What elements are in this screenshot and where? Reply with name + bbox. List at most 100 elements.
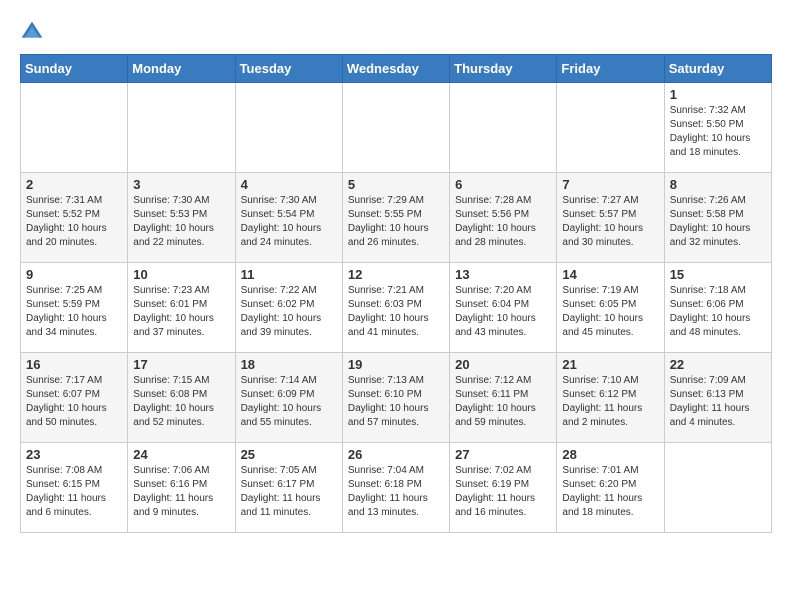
day-info: Sunrise: 7:04 AM Sunset: 6:18 PM Dayligh…: [348, 464, 444, 520]
calendar-cell: 8 Sunrise: 7:26 AM Sunset: 5:58 PM Daylig…: [664, 173, 771, 263]
calendar-cell: 23 Sunrise: 7:08 AM Sunset: 6:15 PM Dayli…: [21, 443, 128, 533]
calendar-cell: 9 Sunrise: 7:25 AM Sunset: 5:59 PM Daylig…: [21, 263, 128, 353]
calendar-cell: 20 Sunrise: 7:12 AM Sunset: 6:11 PM Dayli…: [450, 353, 557, 443]
calendar-table: SundayMondayTuesdayWednesdayThursdayFrid…: [20, 54, 772, 533]
day-number: 22: [670, 357, 766, 372]
day-header-wednesday: Wednesday: [342, 55, 449, 83]
day-number: 12: [348, 267, 444, 282]
calendar-cell: 12 Sunrise: 7:21 AM Sunset: 6:03 PM Dayli…: [342, 263, 449, 353]
day-info: Sunrise: 7:15 AM Sunset: 6:08 PM Dayligh…: [133, 374, 229, 430]
day-info: Sunrise: 7:18 AM Sunset: 6:06 PM Dayligh…: [670, 284, 766, 340]
calendar-cell: [450, 83, 557, 173]
week-row-1: 2Sunrise: 7:31 AM Sunset: 5:52 PM Daylig…: [21, 173, 772, 263]
calendar-cell: 19 Sunrise: 7:13 AM Sunset: 6:10 PM Dayli…: [342, 353, 449, 443]
day-info: Sunrise: 7:09 AM Sunset: 6:13 PM Dayligh…: [670, 374, 766, 430]
calendar-cell: 22 Sunrise: 7:09 AM Sunset: 6:13 PM Dayli…: [664, 353, 771, 443]
calendar-cell: 17Sunrise: 7:15 AM Sunset: 6:08 PM Dayli…: [128, 353, 235, 443]
logo-icon: [20, 20, 44, 44]
day-number: 23: [26, 447, 122, 462]
day-info: Sunrise: 7:21 AM Sunset: 6:03 PM Dayligh…: [348, 284, 444, 340]
day-info: Sunrise: 7:14 AM Sunset: 6:09 PM Dayligh…: [241, 374, 337, 430]
day-info: Sunrise: 7:26 AM Sunset: 5:58 PM Dayligh…: [670, 194, 766, 250]
day-number: 7: [562, 177, 658, 192]
day-info: Sunrise: 7:23 AM Sunset: 6:01 PM Dayligh…: [133, 284, 229, 340]
logo: [20, 20, 48, 44]
day-header-thursday: Thursday: [450, 55, 557, 83]
day-header-tuesday: Tuesday: [235, 55, 342, 83]
day-info: Sunrise: 7:01 AM Sunset: 6:20 PM Dayligh…: [562, 464, 658, 520]
day-number: 9: [26, 267, 122, 282]
day-number: 1: [670, 87, 766, 102]
day-number: 16: [26, 357, 122, 372]
calendar-cell: [342, 83, 449, 173]
calendar-cell: 25Sunrise: 7:05 AM Sunset: 6:17 PM Dayli…: [235, 443, 342, 533]
calendar-cell: 28 Sunrise: 7:01 AM Sunset: 6:20 PM Dayli…: [557, 443, 664, 533]
day-number: 13: [455, 267, 551, 282]
day-header-saturday: Saturday: [664, 55, 771, 83]
day-info: Sunrise: 7:10 AM Sunset: 6:12 PM Dayligh…: [562, 374, 658, 430]
day-info: Sunrise: 7:28 AM Sunset: 5:56 PM Dayligh…: [455, 194, 551, 250]
day-number: 14: [562, 267, 658, 282]
day-info: Sunrise: 7:20 AM Sunset: 6:04 PM Dayligh…: [455, 284, 551, 340]
day-info: Sunrise: 7:30 AM Sunset: 5:53 PM Dayligh…: [133, 194, 229, 250]
day-number: 6: [455, 177, 551, 192]
calendar-cell: 26 Sunrise: 7:04 AM Sunset: 6:18 PM Dayli…: [342, 443, 449, 533]
calendar-cell: 13 Sunrise: 7:20 AM Sunset: 6:04 PM Dayli…: [450, 263, 557, 353]
day-info: Sunrise: 7:31 AM Sunset: 5:52 PM Dayligh…: [26, 194, 122, 250]
day-number: 28: [562, 447, 658, 462]
week-row-2: 9 Sunrise: 7:25 AM Sunset: 5:59 PM Daylig…: [21, 263, 772, 353]
day-header-friday: Friday: [557, 55, 664, 83]
week-row-4: 23 Sunrise: 7:08 AM Sunset: 6:15 PM Dayli…: [21, 443, 772, 533]
day-number: 24: [133, 447, 229, 462]
day-number: 18: [241, 357, 337, 372]
day-number: 21: [562, 357, 658, 372]
day-header-sunday: Sunday: [21, 55, 128, 83]
day-info: Sunrise: 7:30 AM Sunset: 5:54 PM Dayligh…: [241, 194, 337, 250]
calendar-cell: 5 Sunrise: 7:29 AM Sunset: 5:55 PM Daylig…: [342, 173, 449, 263]
calendar-cell: 6 Sunrise: 7:28 AM Sunset: 5:56 PM Daylig…: [450, 173, 557, 263]
day-number: 27: [455, 447, 551, 462]
calendar-cell: [664, 443, 771, 533]
calendar-cell: 16 Sunrise: 7:17 AM Sunset: 6:07 PM Dayli…: [21, 353, 128, 443]
calendar-cell: 24 Sunrise: 7:06 AM Sunset: 6:16 PM Dayli…: [128, 443, 235, 533]
calendar-cell: [128, 83, 235, 173]
day-info: Sunrise: 7:19 AM Sunset: 6:05 PM Dayligh…: [562, 284, 658, 340]
day-number: 8: [670, 177, 766, 192]
calendar-cell: 21 Sunrise: 7:10 AM Sunset: 6:12 PM Dayli…: [557, 353, 664, 443]
calendar-cell: [235, 83, 342, 173]
calendar-cell: 11 Sunrise: 7:22 AM Sunset: 6:02 PM Dayli…: [235, 263, 342, 353]
calendar-header-row: SundayMondayTuesdayWednesdayThursdayFrid…: [21, 55, 772, 83]
day-info: Sunrise: 7:06 AM Sunset: 6:16 PM Dayligh…: [133, 464, 229, 520]
day-info: Sunrise: 7:08 AM Sunset: 6:15 PM Dayligh…: [26, 464, 122, 520]
calendar-cell: [21, 83, 128, 173]
day-info: Sunrise: 7:12 AM Sunset: 6:11 PM Dayligh…: [455, 374, 551, 430]
calendar-cell: 2Sunrise: 7:31 AM Sunset: 5:52 PM Daylig…: [21, 173, 128, 263]
calendar-cell: 7 Sunrise: 7:27 AM Sunset: 5:57 PM Daylig…: [557, 173, 664, 263]
day-info: Sunrise: 7:13 AM Sunset: 6:10 PM Dayligh…: [348, 374, 444, 430]
day-number: 10: [133, 267, 229, 282]
day-number: 15: [670, 267, 766, 282]
calendar-cell: 15 Sunrise: 7:18 AM Sunset: 6:06 PM Dayli…: [664, 263, 771, 353]
page-header: [20, 20, 772, 44]
day-header-monday: Monday: [128, 55, 235, 83]
day-info: Sunrise: 7:27 AM Sunset: 5:57 PM Dayligh…: [562, 194, 658, 250]
week-row-0: 1 Sunrise: 7:32 AM Sunset: 5:50 PM Daylig…: [21, 83, 772, 173]
day-number: 11: [241, 267, 337, 282]
day-info: Sunrise: 7:32 AM Sunset: 5:50 PM Dayligh…: [670, 104, 766, 160]
day-info: Sunrise: 7:02 AM Sunset: 6:19 PM Dayligh…: [455, 464, 551, 520]
day-number: 5: [348, 177, 444, 192]
day-number: 26: [348, 447, 444, 462]
day-number: 19: [348, 357, 444, 372]
day-info: Sunrise: 7:29 AM Sunset: 5:55 PM Dayligh…: [348, 194, 444, 250]
calendar-cell: 1 Sunrise: 7:32 AM Sunset: 5:50 PM Daylig…: [664, 83, 771, 173]
calendar-cell: 3 Sunrise: 7:30 AM Sunset: 5:53 PM Daylig…: [128, 173, 235, 263]
day-info: Sunrise: 7:25 AM Sunset: 5:59 PM Dayligh…: [26, 284, 122, 340]
day-number: 4: [241, 177, 337, 192]
day-number: 20: [455, 357, 551, 372]
day-info: Sunrise: 7:22 AM Sunset: 6:02 PM Dayligh…: [241, 284, 337, 340]
day-info: Sunrise: 7:17 AM Sunset: 6:07 PM Dayligh…: [26, 374, 122, 430]
day-number: 3: [133, 177, 229, 192]
calendar-cell: 27 Sunrise: 7:02 AM Sunset: 6:19 PM Dayli…: [450, 443, 557, 533]
calendar-cell: [557, 83, 664, 173]
calendar-cell: 14 Sunrise: 7:19 AM Sunset: 6:05 PM Dayli…: [557, 263, 664, 353]
